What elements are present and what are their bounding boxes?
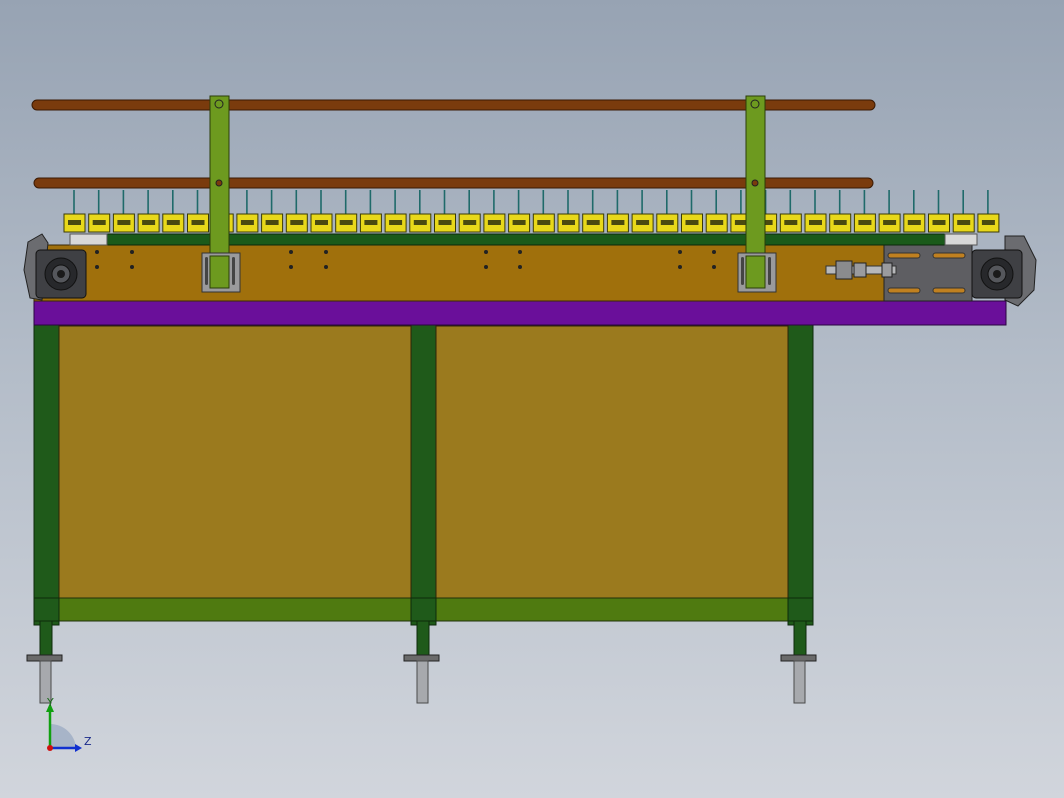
carrier [557, 190, 580, 233]
carrier [187, 190, 209, 233]
carrier [804, 190, 827, 233]
carrier [705, 190, 728, 233]
lower-crossbar-cap-left [33, 597, 60, 622]
carrier [508, 190, 531, 233]
carrier [853, 190, 876, 233]
chain-track-cap-right [944, 233, 978, 246]
carrier [779, 190, 802, 233]
right-drive-sprocket [971, 235, 1037, 307]
hanger-left [201, 95, 241, 293]
leveling-feet [26, 620, 817, 704]
carrier [335, 190, 358, 233]
foot-middle [403, 620, 440, 704]
carrier [928, 190, 950, 233]
foot-left [26, 620, 63, 704]
carrier [112, 190, 135, 233]
carrier [384, 190, 407, 233]
carrier [310, 190, 333, 233]
carrier [606, 190, 629, 233]
carrier [656, 190, 679, 233]
carrier [162, 190, 185, 233]
lower-crossbar-cap-mid [410, 597, 437, 622]
carrier [903, 190, 926, 233]
carrier [409, 190, 432, 233]
panel-left [58, 325, 412, 599]
foot-right [780, 620, 817, 704]
carrier [582, 190, 605, 233]
carrier [359, 190, 382, 233]
belt-band [33, 300, 1007, 326]
panel-right [435, 325, 789, 599]
carrier-row [63, 190, 1000, 233]
carrier [434, 190, 456, 233]
carrier [532, 190, 555, 233]
cad-viewport[interactable]: Y Z [0, 0, 1064, 798]
triad-x-axis [47, 745, 53, 751]
carrier [977, 190, 1000, 233]
carrier [88, 190, 111, 233]
leg-right [787, 324, 814, 626]
lower-crossbar-cap-right [787, 597, 814, 622]
carrier [952, 190, 975, 233]
carrier [458, 190, 481, 233]
carrier [681, 190, 703, 233]
leg-left [33, 324, 60, 626]
carrier [63, 190, 86, 233]
hanger-right [737, 95, 777, 293]
leg-middle [410, 324, 437, 626]
conveyor-assembly-drawing[interactable]: Y Z [0, 0, 1064, 798]
coordinate-triad[interactable]: Y Z [46, 696, 92, 752]
carrier [829, 190, 852, 233]
carrier [483, 190, 506, 233]
motor-plate [883, 244, 973, 302]
carrier [285, 190, 308, 233]
tensioner-bolt [825, 260, 897, 280]
chain-track-cap-left [69, 233, 108, 246]
triad-z-label: Z [84, 735, 92, 748]
carrier [261, 190, 284, 233]
triad-y-label: Y [46, 696, 54, 709]
chain-track [106, 233, 946, 246]
carrier [137, 190, 160, 233]
carrier [631, 190, 654, 233]
carrier [878, 190, 901, 233]
carrier [236, 190, 259, 233]
